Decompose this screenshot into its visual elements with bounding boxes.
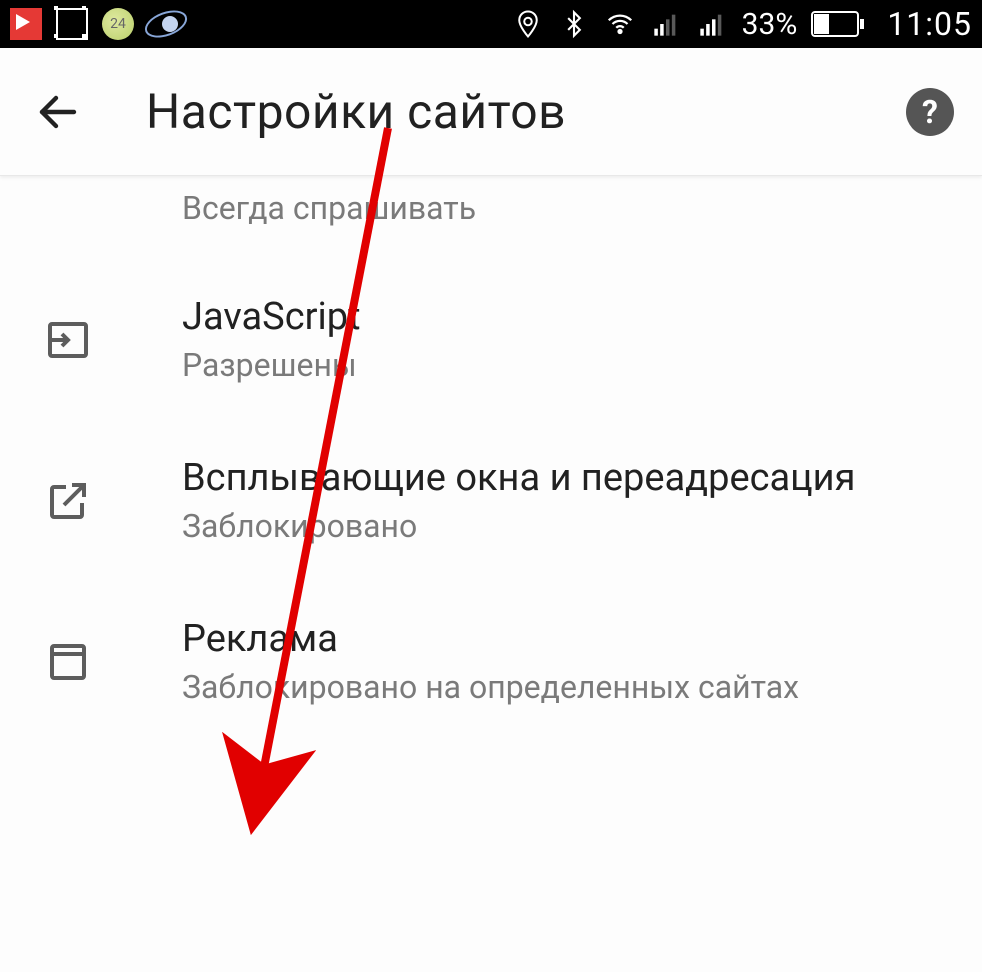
app-icon-1	[10, 8, 42, 40]
open-external-icon	[40, 477, 96, 525]
item-title: Всплывающие окна и переадресация	[182, 455, 954, 503]
settings-item-popups[interactable]: Всплывающие окна и переадресация Заблоки…	[0, 421, 982, 582]
window-icon	[40, 638, 96, 686]
battery-icon	[811, 8, 865, 40]
item-title: Реклама	[182, 616, 954, 664]
settings-list: Всегда спрашивать JavaScript Разрешены В…	[0, 176, 982, 743]
battery-percentage: 33%	[742, 7, 798, 42]
back-button[interactable]	[30, 84, 86, 140]
item-subtitle: Всегда спрашивать	[182, 188, 954, 230]
status-bar: 24 33% 11:05	[0, 0, 982, 48]
clock: 11:05	[887, 5, 972, 43]
app-icon-3: 24	[102, 8, 134, 40]
item-title: JavaScript	[182, 294, 954, 342]
page-title: Настройки сайтов	[146, 83, 566, 140]
item-subtitle: Заблокировано	[182, 506, 954, 548]
settings-item-javascript[interactable]: JavaScript Разрешены	[0, 260, 982, 421]
settings-item-ads[interactable]: Реклама Заблокировано на определенных са…	[0, 582, 982, 743]
location-icon	[512, 8, 544, 40]
enter-icon	[40, 316, 96, 364]
bluetooth-icon	[558, 8, 590, 40]
status-left-icons: 24	[10, 8, 184, 40]
wifi-icon	[604, 8, 636, 40]
app-bar: Настройки сайтов ?	[0, 48, 982, 176]
status-right-icons: 33% 11:05	[512, 5, 972, 43]
settings-page: Настройки сайтов ? Всегда спрашивать Jav…	[0, 48, 982, 972]
arrow-left-icon	[34, 88, 82, 136]
help-button[interactable]: ?	[906, 88, 954, 136]
settings-item-previous[interactable]: Всегда спрашивать	[0, 176, 982, 260]
signal-2-icon	[696, 8, 728, 40]
app-icon-2	[56, 8, 88, 40]
question-icon: ?	[922, 93, 938, 131]
item-subtitle: Разрешены	[182, 345, 954, 387]
app-icon-4	[148, 8, 184, 40]
signal-1-icon	[650, 8, 682, 40]
item-subtitle: Заблокировано на определенных сайтах	[182, 667, 954, 709]
